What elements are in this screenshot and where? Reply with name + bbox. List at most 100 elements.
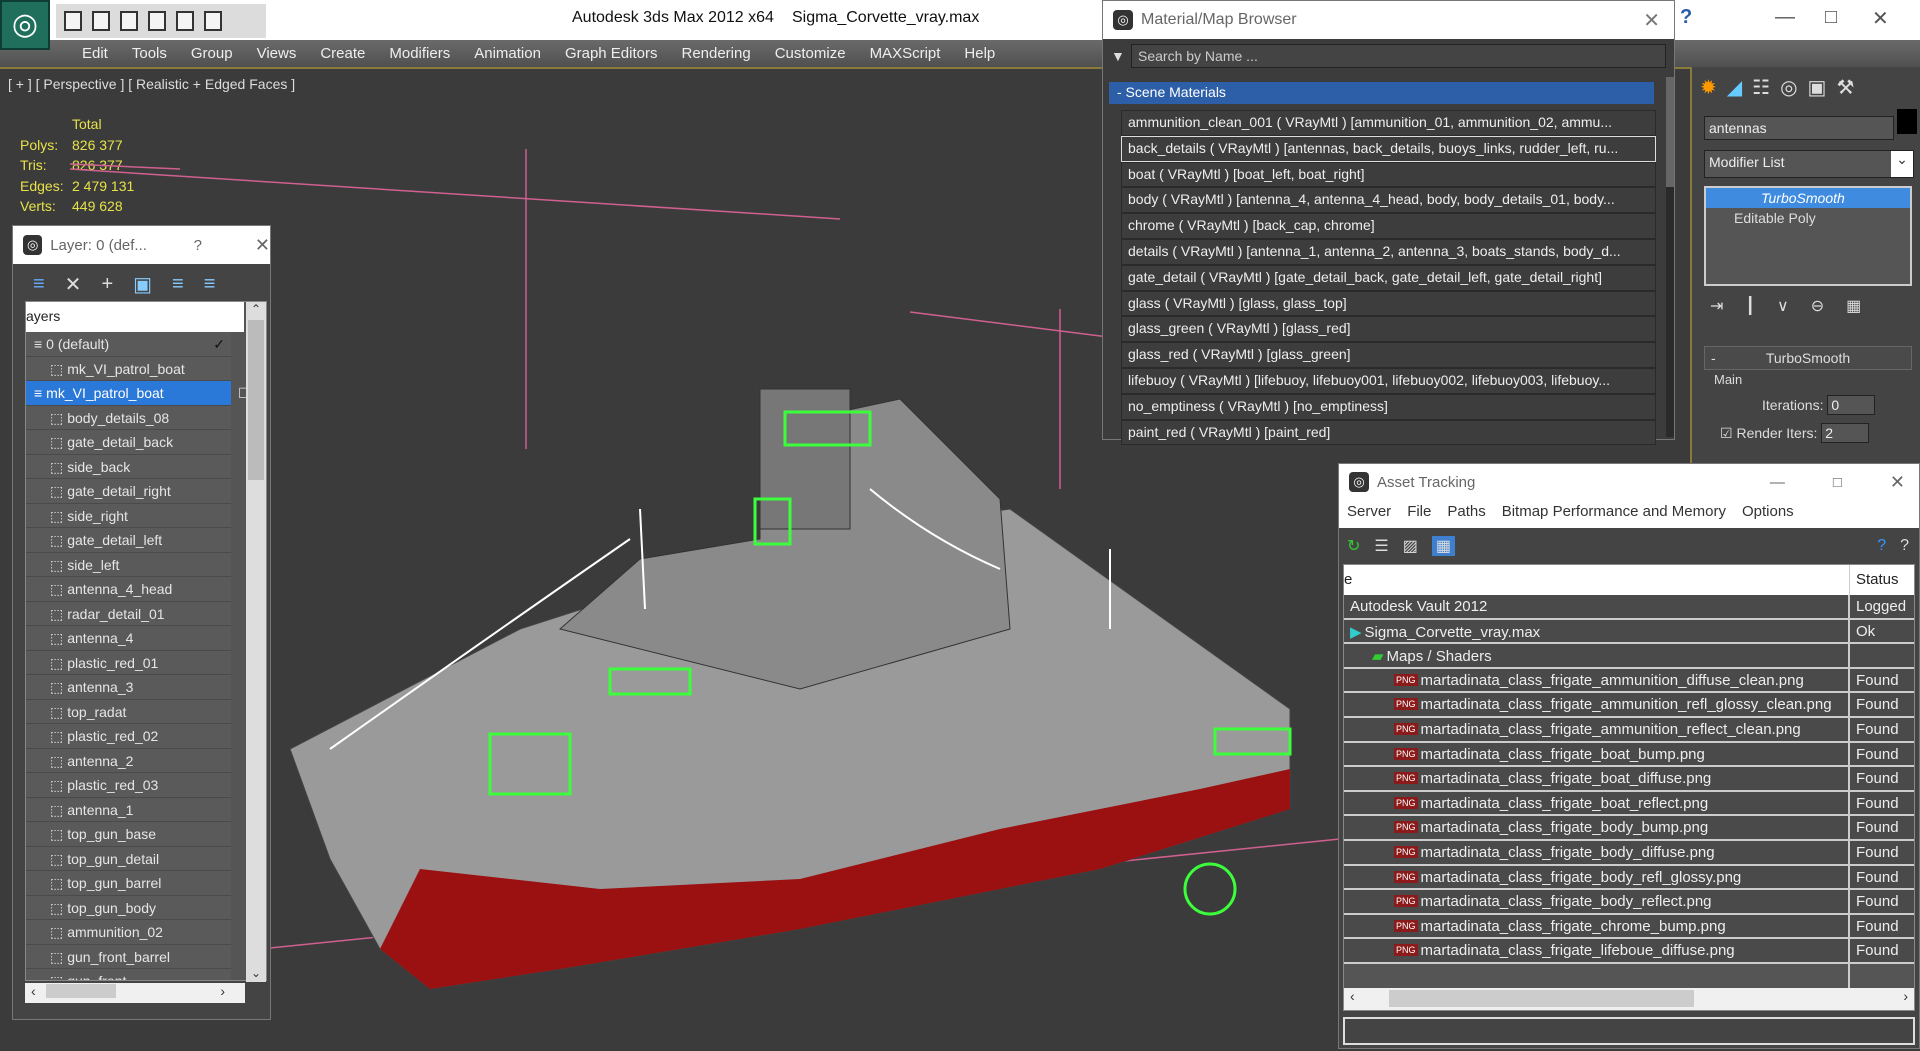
hold-icon[interactable] [204, 11, 222, 31]
status-column-header[interactable]: Status [1850, 565, 1899, 595]
object-row[interactable]: ⬚ antenna_4 [26, 626, 231, 651]
asset-row[interactable]: PNG martadinata_class_frigate_body_bump.p… [1344, 816, 1914, 841]
menu-edit[interactable]: Edit [70, 40, 120, 67]
asset-row[interactable]: PNG martadinata_class_frigate_boat_diffus… [1344, 767, 1914, 792]
asset-menu-options[interactable]: Options [1742, 503, 1794, 525]
material-scrollbar[interactable] [1666, 77, 1674, 437]
maximize-icon[interactable]: □ [1825, 6, 1837, 29]
menu-customize[interactable]: Customize [763, 40, 858, 67]
vault-help-icon[interactable]: ? [1877, 537, 1886, 555]
project-icon[interactable] [148, 11, 166, 31]
menu-help[interactable]: Help [952, 40, 1007, 67]
modifier-stack[interactable]: TurboSmooth Editable Poly [1704, 186, 1912, 286]
hide-layers-icon[interactable]: ≡ [204, 273, 216, 296]
object-row[interactable]: ⬚ body_details_08 [26, 405, 231, 430]
material-item[interactable]: lifebuoy ( VRayMtl ) [lifebuoy, lifebuoy… [1121, 367, 1656, 394]
close-button[interactable]: ✕ [255, 235, 270, 256]
close-icon[interactable]: ✕ [1872, 6, 1889, 31]
menu-group[interactable]: Group [179, 40, 245, 67]
add-icon[interactable]: + [101, 273, 113, 296]
asset-row[interactable]: PNG martadinata_class_frigate_ammunition_… [1344, 693, 1914, 718]
layers-column-header[interactable]: ayers [26, 302, 244, 332]
asset-row[interactable]: PNG martadinata_class_frigate_chrome_bump… [1344, 914, 1914, 940]
object-row[interactable]: ⬚ top_gun_detail [26, 846, 231, 871]
asset-row[interactable]: PNG martadinata_class_frigate_lifeboue_di… [1344, 939, 1914, 964]
object-row[interactable]: ⬚ top_gun_barrel [26, 871, 231, 896]
asset-row[interactable]: ▰ Maps / Shaders [1344, 644, 1914, 669]
tree-view-icon[interactable]: ▨ [1403, 536, 1418, 556]
close-button[interactable]: ✕ [1643, 8, 1660, 33]
close-icon[interactable]: ✕ [1890, 472, 1905, 493]
menu-maxscript[interactable]: MAXScript [858, 40, 953, 67]
redo-icon[interactable] [176, 11, 194, 31]
object-row[interactable]: ⬚ radar_detail_01 [26, 601, 231, 626]
menu-modifiers[interactable]: Modifiers [377, 40, 462, 67]
material-item[interactable]: ammunition_clean_001 ( VRayMtl ) [ammuni… [1121, 110, 1656, 136]
table-view-icon[interactable]: ▦ [1431, 536, 1455, 556]
object-row[interactable]: ⬚ mk_VI_patrol_boat [26, 356, 231, 381]
material-item[interactable]: body ( VRayMtl ) [antenna_4, antenna_4_h… [1121, 187, 1656, 214]
help-icon[interactable]: ? [1900, 537, 1909, 555]
object-row[interactable]: ⬚ gun_front [26, 969, 231, 980]
object-row[interactable]: ⬚ antenna_1 [26, 797, 231, 822]
turbosmooth-rollout[interactable]: - TurboSmooth [1704, 346, 1912, 370]
create-layer-icon[interactable]: ≡ [33, 273, 45, 296]
object-row[interactable]: ⬚ antenna_4_head [26, 577, 231, 602]
vertical-scrollbar[interactable]: ⌃ ⌄ [246, 302, 266, 982]
modifier-list-dropdown[interactable]: Modifier List ⌄ [1704, 150, 1914, 178]
maximize-icon[interactable]: □ [1833, 474, 1842, 491]
stack-item-editable-poly[interactable]: Editable Poly [1706, 208, 1910, 228]
object-row[interactable]: ⬚ plastic_red_01 [26, 650, 231, 675]
asset-row[interactable]: PNG martadinata_class_frigate_ammunition_… [1344, 717, 1914, 743]
hierarchy-tab-icon[interactable]: ☷ [1752, 75, 1770, 100]
object-row[interactable]: ⬚ side_back [26, 454, 231, 479]
asset-row[interactable]: Autodesk Vault 2012 Logged [1344, 595, 1914, 620]
object-row[interactable]: ⬚ top_gun_body [26, 895, 231, 920]
object-name-field[interactable]: antennas [1704, 116, 1894, 140]
material-item[interactable]: chrome ( VRayMtl ) [back_cap, chrome] [1121, 213, 1656, 239]
path-field[interactable] [1343, 1016, 1915, 1045]
utilities-tab-icon[interactable]: ⚒ [1836, 75, 1854, 100]
object-row[interactable]: ⬚ side_left [26, 552, 231, 577]
object-row[interactable]: ⬚ gun_front_barrel [26, 944, 231, 969]
asset-row[interactable]: PNG martadinata_class_frigate_body_reflec… [1344, 890, 1914, 915]
asset-menu-bitmap-performance-and-memory[interactable]: Bitmap Performance and Memory [1502, 503, 1726, 525]
highlight-layer-icon[interactable]: ≡ [172, 273, 184, 296]
material-item[interactable]: details ( VRayMtl ) [antenna_1, antenna_… [1121, 238, 1656, 265]
material-item[interactable]: back_details ( VRayMtl ) [antennas, back… [1121, 135, 1656, 162]
object-row[interactable]: ⬚ plastic_red_02 [26, 724, 231, 749]
app-logo-icon[interactable]: ◎ [0, 0, 50, 50]
object-row[interactable]: ⬚ side_right [26, 503, 231, 528]
asset-row[interactable]: PNG martadinata_class_frigate_boat_reflec… [1344, 791, 1914, 817]
horizontal-scrollbar[interactable]: ‹ › [25, 983, 245, 1003]
active-check-icon[interactable]: ✓ [213, 336, 225, 353]
object-row[interactable]: ⬚ plastic_red_03 [26, 773, 231, 798]
horizontal-scrollbar[interactable]: ‹ › [1344, 987, 1914, 1010]
menu-views[interactable]: Views [245, 40, 309, 67]
material-item[interactable]: paint_red ( VRayMtl ) [paint_red] [1121, 419, 1656, 446]
make-unique-icon[interactable]: ∨ [1777, 296, 1789, 316]
menu-animation[interactable]: Animation [462, 40, 553, 67]
refresh-icon[interactable]: ↻ [1347, 536, 1360, 556]
open-icon[interactable] [64, 11, 82, 31]
list-view-icon[interactable]: ☰ [1374, 536, 1388, 556]
iterations-spinner[interactable]: 0 [1827, 395, 1876, 415]
stack-item-turbosmooth[interactable]: TurboSmooth [1706, 188, 1910, 208]
show-end-result-icon[interactable]: ┃ [1745, 296, 1755, 316]
material-item[interactable]: boat ( VRayMtl ) [boat_left, boat_right] [1121, 161, 1656, 188]
object-row[interactable]: ⬚ top_radat [26, 699, 231, 724]
display-tab-icon[interactable]: ▣ [1808, 75, 1827, 100]
asset-menu-server[interactable]: Server [1347, 503, 1391, 525]
object-row[interactable]: ⬚ antenna_3 [26, 675, 231, 700]
help-button[interactable]: ? [194, 237, 202, 254]
asset-row[interactable]: PNG martadinata_class_frigate_ammunition_… [1344, 668, 1914, 694]
select-objects-icon[interactable]: ▣ [133, 272, 152, 297]
asset-row[interactable]: PNG martadinata_class_frigate_boat_bump.p… [1344, 742, 1914, 768]
layer-list[interactable]: ayers ≡ 0 (default) ✓ ⬚ mk_VI_patrol_boat ≡ mk… [25, 301, 267, 982]
render-iters-checkbox[interactable]: ☑ [1720, 425, 1733, 441]
render-iters-spinner[interactable]: 2 [1821, 423, 1870, 443]
layer-row[interactable]: ≡ mk_VI_patrol_boat ☐ [26, 381, 251, 406]
asset-menu-file[interactable]: File [1407, 503, 1431, 525]
menu-rendering[interactable]: Rendering [669, 40, 762, 67]
menu-tools[interactable]: Tools [120, 40, 179, 67]
